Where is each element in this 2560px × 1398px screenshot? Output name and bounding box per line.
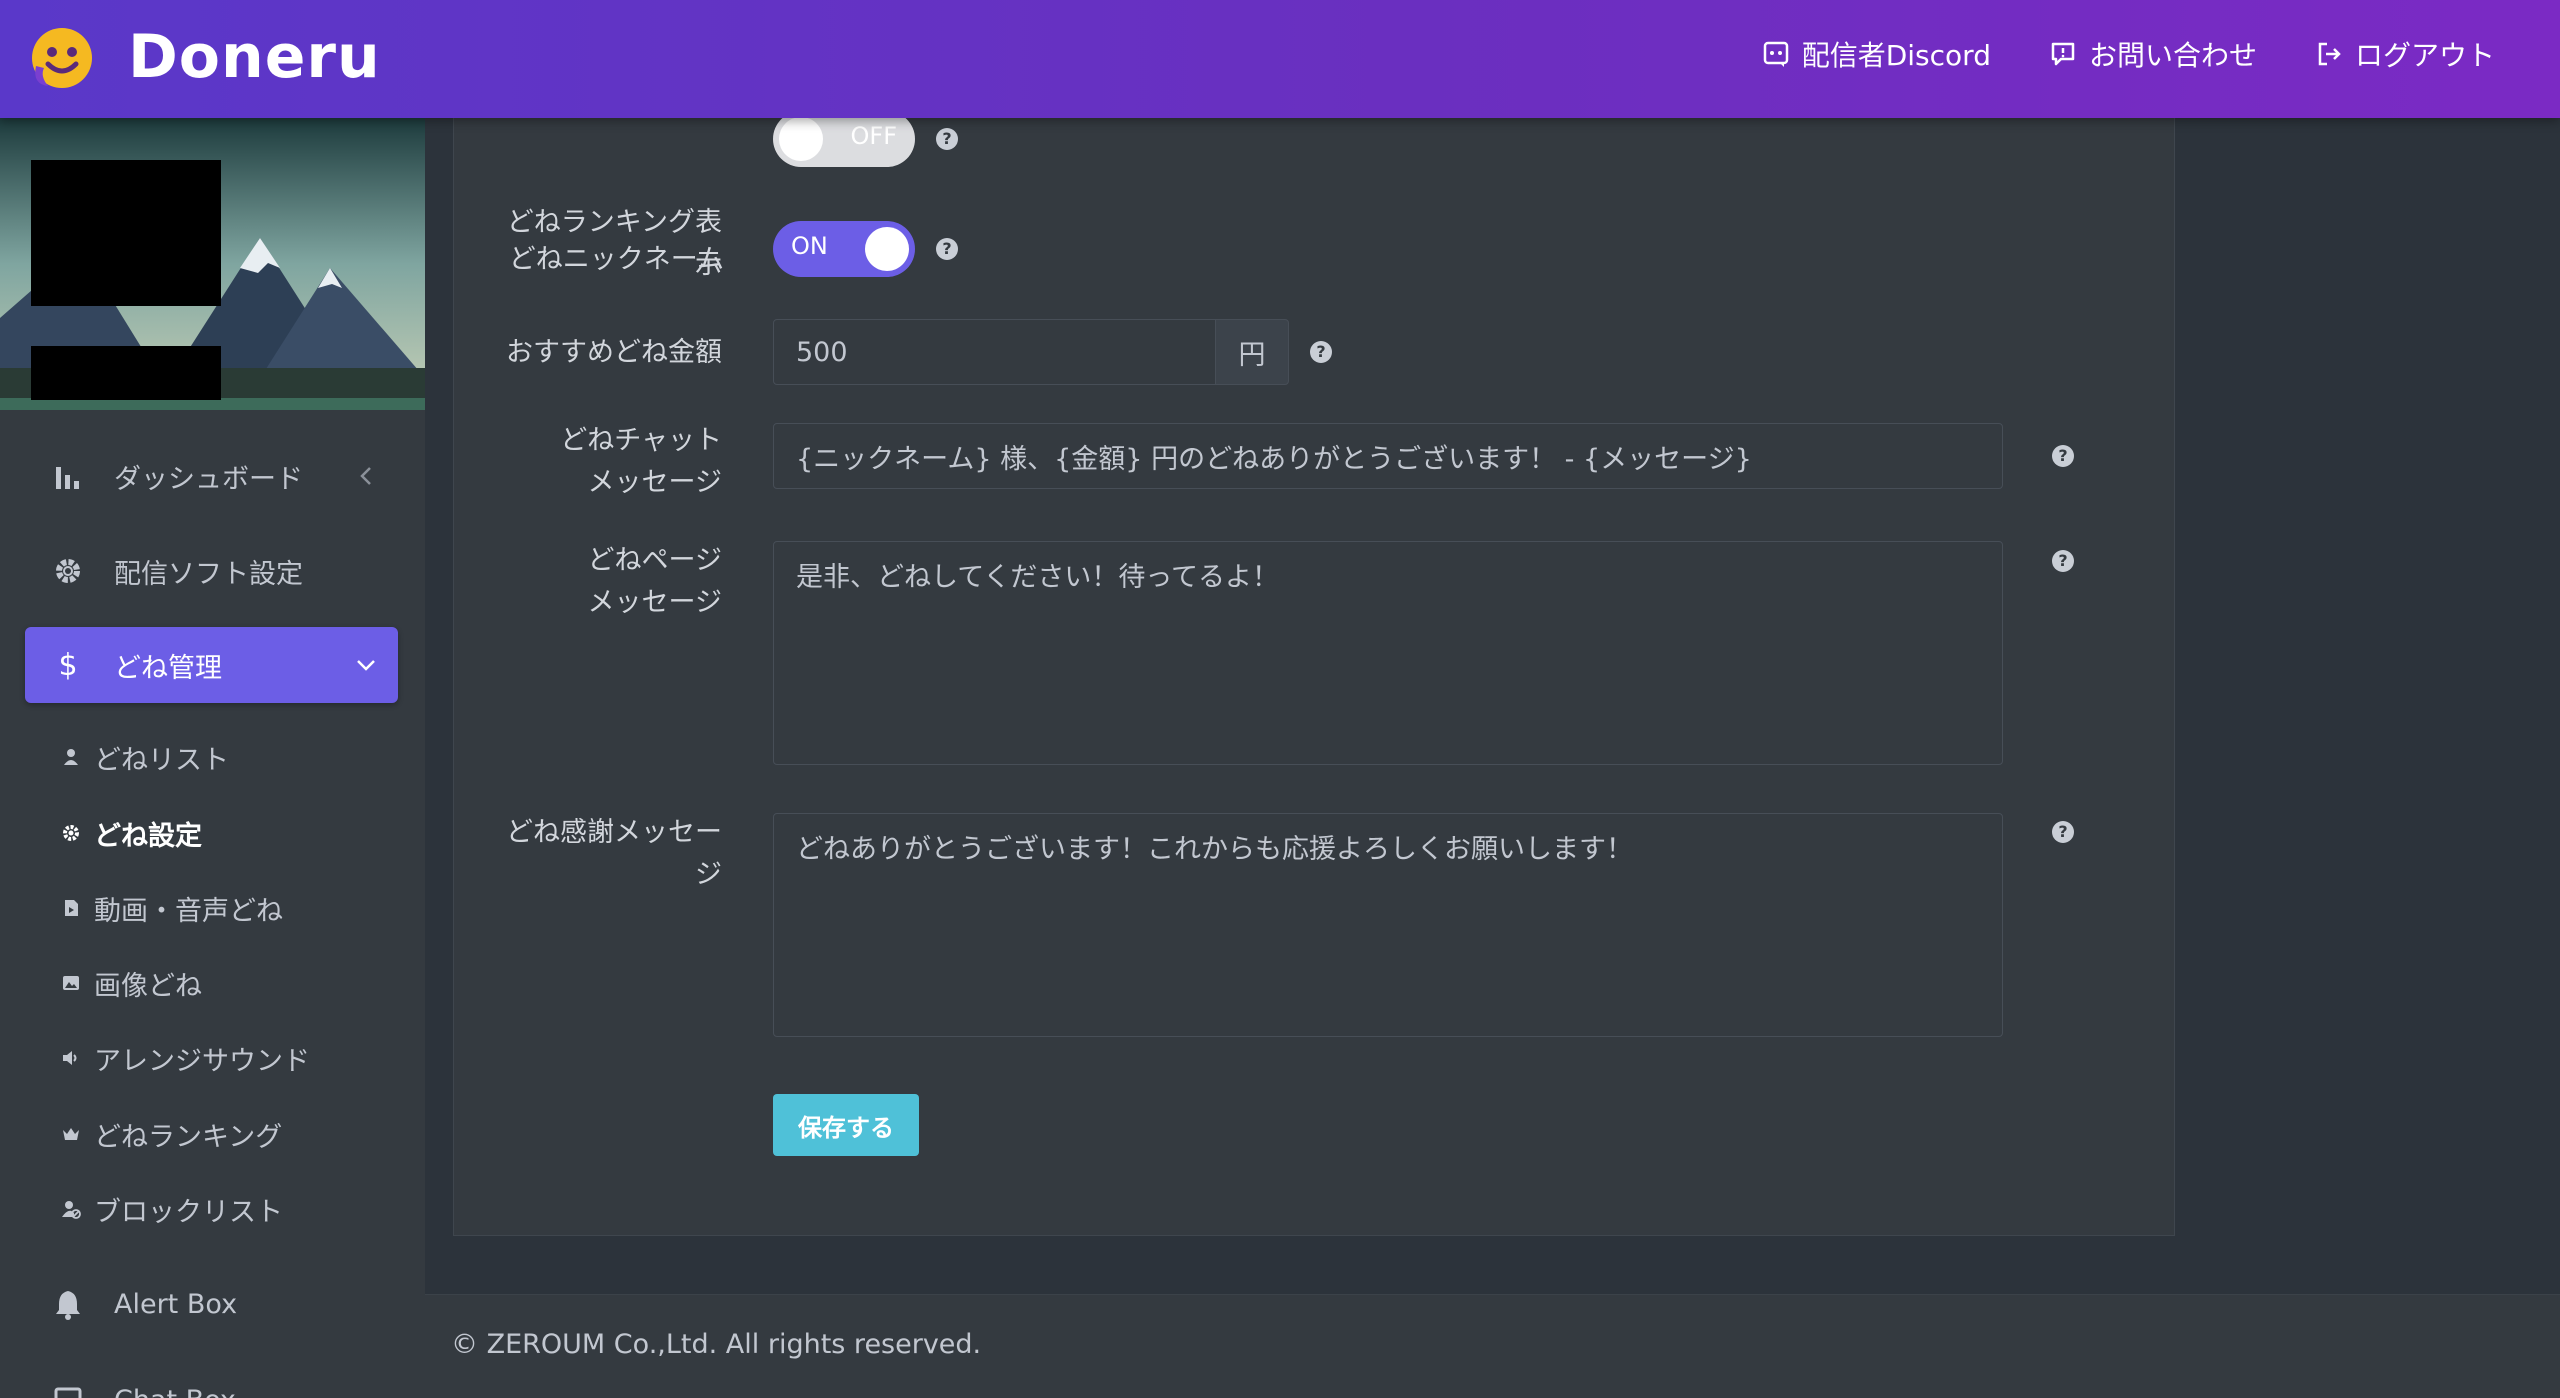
sidebar-sub-label: ブロックリスト — [94, 1196, 283, 1228]
sidebar-item-done-management[interactable]: $ どね管理 — [25, 627, 398, 703]
footer: © ZEROUM Co.,Ltd. All rights reserved. — [425, 1294, 2560, 1398]
crown-icon — [60, 1123, 82, 1145]
currency-addon: 円 — [1215, 319, 1289, 385]
sidebar-item-label: どね管理 — [114, 652, 222, 684]
save-button[interactable]: 保存する — [773, 1094, 919, 1156]
gear-icon — [60, 822, 82, 844]
toggle-knob — [865, 227, 909, 271]
sidebar-item-stream-software[interactable]: 配信ソフト設定 — [25, 533, 398, 609]
discord-link[interactable]: 配信者Discord — [1762, 34, 1991, 74]
ranking-toggle[interactable]: ON — [773, 221, 915, 277]
help-icon[interactable]: ? — [936, 128, 958, 150]
settings-card: どねニックネーム OFF ? どねランキング表 示 ON ? おすすめどね金額 … — [453, 108, 2175, 1236]
sidebar-sub-video-audio-done[interactable]: 動画・音声どね — [60, 883, 283, 933]
copyright-text: © ZEROUM Co.,Ltd. All rights reserved. — [451, 1329, 982, 1360]
help-icon[interactable]: ? — [2052, 445, 2074, 467]
discord-icon — [1763, 41, 1788, 67]
page-message-textarea[interactable]: 是非、どねしてください！待ってるよ！ — [773, 541, 2003, 765]
bell-icon — [48, 1284, 88, 1324]
help-icon[interactable]: ? — [2052, 821, 2074, 843]
logout-link-label: ログアウト — [2354, 39, 2495, 72]
chat-message-input[interactable]: {ニックネーム} 様、{金額} 円のどねありがとうございます！ - {メッセージ… — [773, 423, 2003, 489]
sidebar-sub-label: どね設定 — [94, 820, 202, 852]
sidebar: ダッシュボード 配信ソフト設定 $ どね管理 どねリスト どね設定 動画・音声ど… — [0, 118, 425, 1398]
sidebar-item-label: Alert Box — [114, 1288, 238, 1320]
main-content: どねニックネーム OFF ? どねランキング表 示 ON ? おすすめどね金額 … — [425, 108, 2560, 1398]
sidebar-sub-label: どねランキング — [94, 1121, 283, 1153]
amount-input[interactable]: 500 — [773, 319, 1216, 385]
sidebar-sub-label: 画像どね — [94, 970, 202, 1002]
video-file-icon — [60, 897, 82, 919]
dollar-icon: $ — [58, 647, 78, 683]
toggle-state-label: ON — [791, 232, 828, 260]
message-icon — [2051, 42, 2075, 66]
chat-message-label-line2: メッセージ — [587, 467, 722, 498]
user-block-icon — [60, 1198, 82, 1220]
page-message-label-line2: メッセージ — [587, 587, 722, 618]
sidebar-item-label: Chat Box — [114, 1385, 236, 1398]
sidebar-sub-arrange-sound[interactable]: アレンジサウンド — [60, 1033, 310, 1083]
sidebar-sub-label: アレンジサウンド — [94, 1045, 310, 1077]
sidebar-sub-label: どねリスト — [94, 744, 229, 776]
top-navbar: Doneru 配信者Discord お問い合わせ ログアウト — [0, 0, 2560, 118]
sidebar-sub-done-ranking[interactable]: どねランキング — [60, 1109, 282, 1159]
contact-link-label: お問い合わせ — [2088, 39, 2257, 72]
help-icon[interactable]: ? — [936, 238, 958, 260]
discord-link-label: 配信者Discord — [1801, 39, 1991, 72]
gear-icon — [48, 551, 88, 591]
bar-chart-icon — [48, 456, 88, 496]
ranking-label-line1: どねランキング表 — [506, 207, 722, 238]
sidebar-item-chat-box[interactable]: Chat Box — [25, 1362, 398, 1398]
user-icon — [60, 746, 82, 768]
sidebar-item-label: ダッシュボード — [114, 463, 303, 495]
thanks-message-label-line2: ジ — [695, 859, 722, 890]
chevron-down-icon — [357, 660, 375, 671]
amount-label: おすすめどね金額 — [506, 337, 722, 368]
toggle-state-label: OFF — [850, 122, 898, 150]
nickname-toggle[interactable]: OFF — [773, 111, 915, 167]
thanks-message-label-line1: どね感謝メッセー — [506, 817, 722, 848]
user-name-redacted — [31, 346, 221, 400]
sidebar-sub-done-list[interactable]: どねリスト — [60, 732, 229, 782]
help-icon[interactable]: ? — [2052, 550, 2074, 572]
avatar[interactable] — [31, 160, 221, 306]
image-icon — [60, 972, 82, 994]
sidebar-item-label: 配信ソフト設定 — [114, 558, 303, 590]
ranking-label-line2: 示 — [695, 249, 722, 280]
sidebar-sub-done-settings[interactable]: どね設定 — [60, 808, 202, 858]
chevron-left-icon — [360, 467, 371, 485]
contact-link[interactable]: お問い合わせ — [2049, 34, 2257, 74]
logout-icon — [2318, 42, 2341, 66]
sidebar-item-dashboard[interactable]: ダッシュボード — [25, 438, 398, 514]
help-icon[interactable]: ? — [1310, 341, 1332, 363]
chat-icon — [48, 1380, 88, 1398]
thanks-message-textarea[interactable]: どねありがとうございます！これからも応援よろしくお願いします！ — [773, 813, 2003, 1037]
profile-banner — [0, 118, 425, 410]
sidebar-sub-block-list[interactable]: ブロックリスト — [60, 1184, 283, 1234]
sidebar-item-alert-box[interactable]: Alert Box — [25, 1266, 398, 1342]
page-message-label-line1: どねページ — [587, 545, 722, 576]
logout-link[interactable]: ログアウト — [2315, 34, 2495, 74]
sidebar-sub-image-done[interactable]: 画像どね — [60, 958, 202, 1008]
chat-message-label-line1: どねチャット — [560, 425, 722, 456]
volume-icon — [60, 1047, 82, 1069]
doneru-logo-icon — [32, 28, 92, 88]
sidebar-sub-label: 動画・音声どね — [94, 895, 283, 927]
header-links: 配信者Discord お問い合わせ ログアウト — [1762, 34, 2495, 74]
toggle-knob — [779, 117, 823, 161]
brand-name[interactable]: Doneru — [128, 22, 381, 92]
